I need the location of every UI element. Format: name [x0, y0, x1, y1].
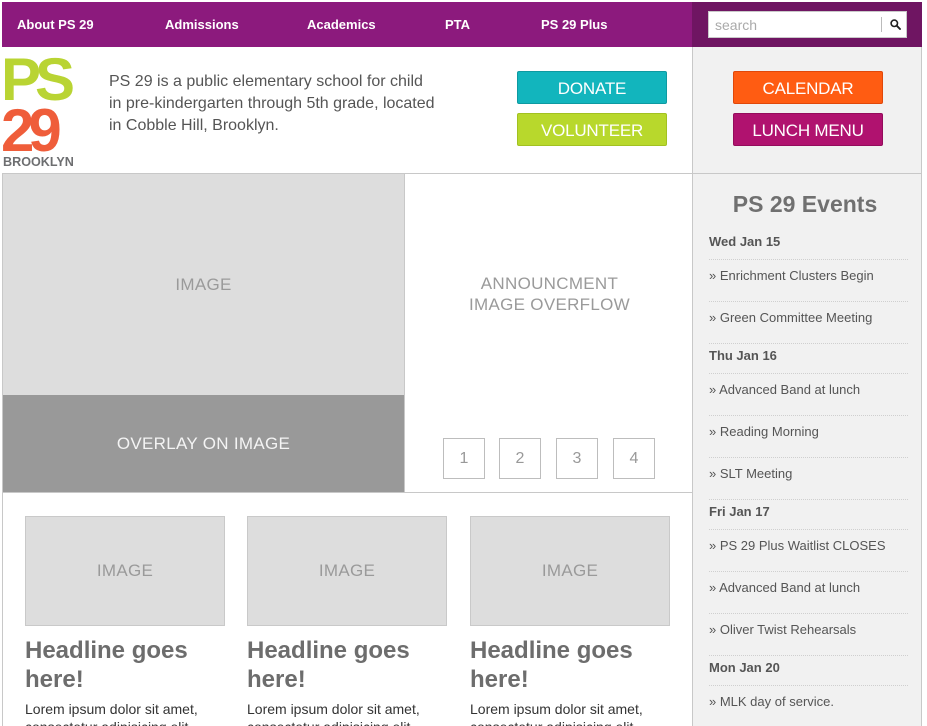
card-image-placeholder[interactable]: IMAGE — [25, 516, 225, 626]
search-button[interactable] — [883, 12, 907, 37]
slide-page-2[interactable]: 2 — [499, 438, 541, 479]
card-image-placeholder[interactable]: IMAGE — [247, 516, 447, 626]
hero-image-label: IMAGE — [175, 274, 232, 294]
logo-29-text: 29 — [2, 97, 60, 164]
event-date: Fri Jan 17 — [709, 500, 908, 530]
nav-about-ps29[interactable]: About PS 29 — [17, 2, 94, 47]
ps29-logo[interactable]: PS 29 BROOKLYN — [2, 55, 90, 167]
news-card-2: IMAGE Headline goes here! Lorem ipsum do… — [247, 516, 447, 726]
hero-image-placeholder[interactable]: IMAGE — [3, 174, 404, 395]
announcement-text: ANNOUNCMENT IMAGE OVERFLOW — [405, 273, 694, 315]
nav-admissions[interactable]: Admissions — [165, 2, 239, 47]
announcement-line-1: ANNOUNCMENT — [480, 274, 619, 293]
hero-overlay[interactable]: OVERLAY ON IMAGE — [3, 395, 404, 492]
hero-divider — [3, 492, 693, 493]
header-quicklinks: CALENDAR LUNCH MENU — [692, 47, 922, 173]
header: PS 29 BROOKLYN PS 29 is a public element… — [2, 47, 692, 173]
volunteer-button[interactable]: VOLUNTEER — [517, 113, 667, 146]
nav-ps29-plus[interactable]: PS 29 Plus — [541, 2, 607, 47]
top-nav: About PS 29 Admissions Academics PTA PS … — [2, 2, 922, 47]
card-image-label: IMAGE — [541, 561, 599, 580]
announcement-panel: ANNOUNCMENT IMAGE OVERFLOW 1 2 3 4 — [404, 174, 693, 492]
card-image-label: IMAGE — [318, 561, 376, 580]
hero-overlay-label: OVERLAY ON IMAGE — [116, 433, 291, 453]
card-headline[interactable]: Headline goes here! — [25, 636, 225, 694]
card-image-label: IMAGE — [96, 561, 154, 580]
news-card-3: IMAGE Headline goes here! Lorem ipsum do… — [470, 516, 670, 726]
card-headline[interactable]: Headline goes here! — [470, 636, 670, 694]
search-zone — [692, 2, 922, 47]
magnifier-icon — [889, 19, 901, 30]
card-image-placeholder[interactable]: IMAGE — [470, 516, 670, 626]
search-box — [708, 11, 907, 38]
event-item[interactable]: » MLK day of service. — [709, 686, 908, 726]
event-date: Mon Jan 20 — [709, 656, 908, 686]
search-input[interactable] — [709, 12, 879, 37]
event-item[interactable]: » Enrichment Clusters Begin — [709, 260, 908, 302]
events-list: Wed Jan 15 » Enrichment Clusters Begin »… — [709, 230, 908, 726]
main-content: IMAGE OVERLAY ON IMAGE ANNOUNCMENT IMAGE… — [2, 173, 693, 726]
nav-pta[interactable]: PTA — [445, 2, 470, 47]
announcement-line-2: IMAGE OVERFLOW — [469, 295, 630, 314]
card-headline[interactable]: Headline goes here! — [247, 636, 447, 694]
card-body-text: Lorem ipsum dolor sit amet, consectetur … — [25, 701, 198, 726]
event-date: Thu Jan 16 — [709, 344, 908, 374]
nav-academics[interactable]: Academics — [307, 2, 376, 47]
event-item[interactable]: » Advanced Band at lunch — [709, 374, 908, 416]
event-item[interactable]: » Oliver Twist Rehearsals — [709, 614, 908, 656]
event-date: Wed Jan 15 — [709, 230, 908, 260]
donate-button[interactable]: DONATE — [517, 71, 667, 104]
event-item[interactable]: » PS 29 Plus Waitlist CLOSES — [709, 530, 908, 572]
lunch-menu-button[interactable]: LUNCH MENU — [733, 113, 883, 146]
news-card-1: IMAGE Headline goes here! Lorem ipsum do… — [25, 516, 225, 726]
event-item[interactable]: » Advanced Band at lunch — [709, 572, 908, 614]
search-divider — [881, 17, 882, 32]
slide-page-3[interactable]: 3 — [556, 438, 598, 479]
slide-page-1[interactable]: 1 — [443, 438, 485, 479]
event-item[interactable]: » Reading Morning — [709, 416, 908, 458]
event-item[interactable]: » SLT Meeting — [709, 458, 908, 500]
events-sidebar: PS 29 Events Wed Jan 15 » Enrichment Clu… — [692, 173, 922, 726]
slide-page-4[interactable]: 4 — [613, 438, 655, 479]
event-item[interactable]: » Green Committee Meeting — [709, 302, 908, 344]
logo-brooklyn-text: BROOKLYN — [3, 155, 74, 167]
school-intro: PS 29 is a public elementary school for … — [109, 73, 435, 134]
calendar-button[interactable]: CALENDAR — [733, 71, 883, 104]
card-body-text: Lorem ipsum dolor sit amet, consectetur … — [470, 701, 643, 726]
events-title: PS 29 Events — [732, 191, 878, 217]
card-body-text: Lorem ipsum dolor sit amet, consectetur … — [247, 701, 420, 726]
